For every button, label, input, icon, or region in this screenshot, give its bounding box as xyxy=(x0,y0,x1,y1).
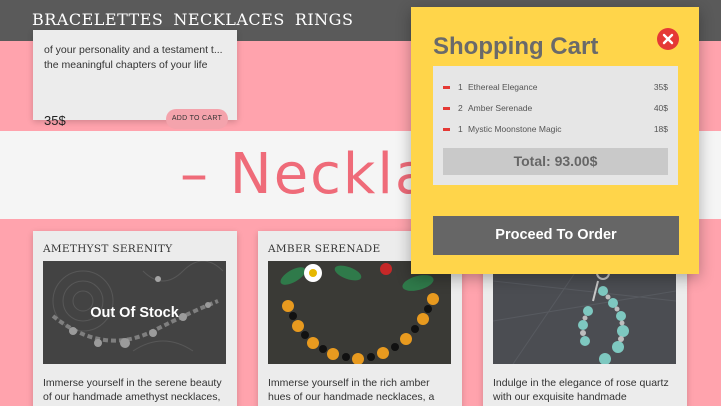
cart-total: Total: 93.00$ xyxy=(443,148,668,175)
cart-item-qty: 2 xyxy=(458,103,463,113)
product-description: Immerse yourself in the serene beauty of… xyxy=(43,377,222,403)
product-description: Immerse yourself in the rich amber hues … xyxy=(268,377,435,403)
cart-item-price: 35$ xyxy=(653,82,668,92)
cart-item: 1 Ethereal Elegance 35$ xyxy=(433,80,678,94)
product-image[interactable] xyxy=(268,261,451,364)
close-cart-button[interactable] xyxy=(657,28,679,50)
product-name: AMETHYST SERENITY xyxy=(43,243,173,255)
cart-item-price: 18$ xyxy=(653,124,668,134)
nav-links: BRACELETTES NECKLACES RINGS xyxy=(32,10,353,29)
cart-item-name: Ethereal Elegance xyxy=(468,82,538,92)
shopping-cart-modal: Shopping Cart 1 Ethereal Elegance 35$ 2 … xyxy=(411,7,699,274)
nav-link-bracelettes[interactable]: BRACELETTES xyxy=(32,10,163,29)
product-image[interactable] xyxy=(493,261,676,364)
cart-title: Shopping Cart xyxy=(433,33,599,60)
minus-icon[interactable] xyxy=(443,86,450,89)
product-price: 35$ xyxy=(44,113,66,128)
product-description: of your personality and a testament t...… xyxy=(44,44,223,71)
cart-item-qty: 1 xyxy=(458,82,463,92)
cart-item-qty: 1 xyxy=(458,124,463,134)
minus-icon[interactable] xyxy=(443,107,450,110)
quartz-necklace-image xyxy=(493,261,676,364)
nav-link-necklaces[interactable]: NECKLACES xyxy=(173,10,284,29)
minus-icon[interactable] xyxy=(443,128,450,131)
cart-item-price: 40$ xyxy=(653,103,668,113)
cart-item: 1 Mystic Moonstone Magic 18$ xyxy=(433,122,678,136)
cart-item-name: Amber Serenade xyxy=(468,103,533,113)
cart-item: 2 Amber Serenade 40$ xyxy=(433,101,678,115)
product-card-amethyst: AMETHYST SERENITY Out Of Stock Immerse y… xyxy=(33,231,237,406)
product-card-previous: of your personality and a testament t...… xyxy=(33,30,237,129)
nav-link-rings[interactable]: RINGS xyxy=(295,10,354,29)
close-icon xyxy=(662,33,674,45)
product-name: AMBER SERENADE xyxy=(268,243,381,255)
product-description: Indulge in the elegance of rose quartz w… xyxy=(493,377,669,403)
product-image[interactable]: Out Of Stock xyxy=(43,261,226,364)
out-of-stock-label: Out Of Stock xyxy=(90,304,179,321)
amber-necklace-image xyxy=(268,261,451,364)
cart-item-name: Mystic Moonstone Magic xyxy=(468,124,562,134)
add-to-cart-button[interactable]: ADD TO CART xyxy=(166,109,228,129)
cart-items-list: 1 Ethereal Elegance 35$ 2 Amber Serenade… xyxy=(433,66,678,185)
proceed-to-order-button[interactable]: Proceed To Order xyxy=(433,216,679,255)
